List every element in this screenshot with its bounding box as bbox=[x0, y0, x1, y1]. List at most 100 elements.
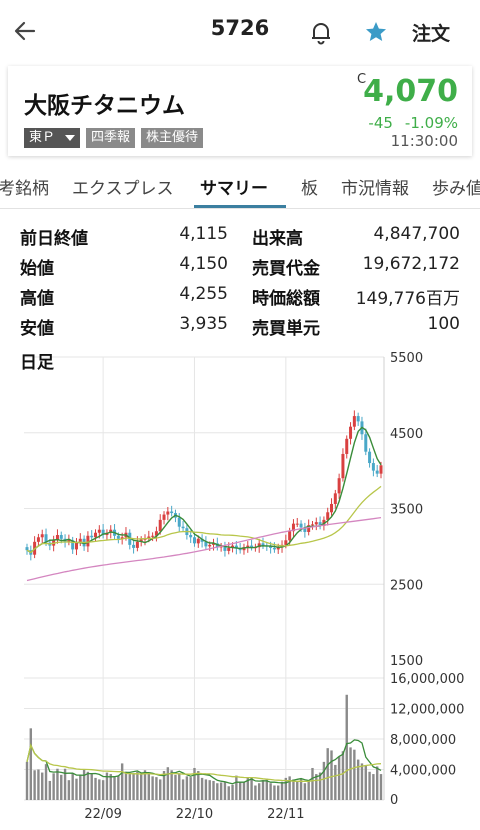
candle-body bbox=[314, 522, 318, 525]
candle-body bbox=[250, 545, 254, 548]
volume-bar bbox=[101, 780, 105, 800]
volume-axis-label: 8,000,000 bbox=[390, 733, 456, 748]
volume-axis-label: 16,000,000 bbox=[390, 672, 464, 687]
candle-body bbox=[356, 416, 360, 422]
tab-express[interactable]: エクスプレス bbox=[72, 174, 174, 199]
candle-body bbox=[375, 470, 379, 474]
candle-body bbox=[208, 544, 212, 547]
stat-value: 19,672,172 bbox=[362, 254, 460, 274]
volume-bar bbox=[235, 775, 238, 800]
stat-value: 4,255 bbox=[179, 284, 228, 304]
volume-bar bbox=[178, 773, 181, 800]
price-axis-label: 1500 bbox=[390, 654, 423, 669]
candle-body bbox=[151, 535, 155, 537]
volume-bar bbox=[208, 780, 211, 800]
volume-bar bbox=[29, 728, 33, 800]
candle-body bbox=[177, 517, 181, 527]
candle-body bbox=[330, 503, 334, 513]
volume-bar bbox=[25, 761, 29, 800]
volume-bar bbox=[151, 776, 154, 800]
tab-market-info[interactable]: 市況情報 bbox=[341, 174, 409, 199]
candle-body bbox=[371, 463, 375, 471]
stat-value: 4,150 bbox=[179, 254, 228, 274]
star-icon[interactable] bbox=[364, 20, 388, 44]
yutai-tag[interactable]: 株主優待 bbox=[141, 128, 204, 148]
market-select[interactable]: 東Ｐ bbox=[24, 128, 81, 148]
candle-body bbox=[181, 526, 185, 529]
volume-bar bbox=[197, 771, 200, 800]
stat-label: 前日終値 bbox=[20, 229, 88, 249]
volume-bar bbox=[33, 770, 36, 800]
stats-row: 始値 4,150 売買代金 19,672,172 bbox=[0, 254, 480, 282]
candle-body bbox=[295, 523, 299, 525]
candle-body bbox=[36, 537, 40, 542]
volume-bar bbox=[86, 771, 90, 800]
stat-label: 出来高 bbox=[252, 229, 303, 249]
volume-bar bbox=[41, 772, 44, 800]
tab-trades[interactable]: 歩み値 bbox=[432, 174, 480, 199]
candle-body bbox=[196, 538, 200, 544]
volume-bar bbox=[79, 774, 82, 800]
volume-bar bbox=[147, 774, 151, 800]
price-volume-chart[interactable]: 5500 4500 3500 2500 1500 16,000,000 12,000,000… bbox=[0, 340, 480, 826]
candle-body bbox=[166, 511, 170, 515]
volume-bar bbox=[159, 779, 162, 800]
volume-bar bbox=[227, 786, 230, 800]
candle-body bbox=[310, 524, 314, 526]
stats-row: 安値 3,935 売買単元 100 bbox=[0, 314, 480, 342]
quote-time: 11:30:00 bbox=[390, 132, 458, 150]
volume-bar bbox=[139, 774, 143, 800]
tab-board[interactable]: 板 bbox=[301, 174, 318, 199]
stat-label: 売買単元 bbox=[252, 319, 320, 339]
volume-bar bbox=[155, 777, 158, 800]
volume-bar bbox=[242, 781, 246, 800]
candle-body bbox=[368, 451, 372, 464]
volume-bar bbox=[56, 768, 59, 800]
volume-bar bbox=[44, 764, 48, 800]
volume-bar bbox=[277, 785, 280, 800]
chart-area[interactable]: 5500 4500 3500 2500 1500 16,000,000 12,000,000… bbox=[0, 340, 480, 826]
volume-bar bbox=[193, 767, 196, 800]
volume-bar bbox=[238, 782, 242, 800]
candle-body bbox=[90, 535, 94, 538]
price-change: -45 -1.09% bbox=[368, 114, 458, 132]
volume-bar bbox=[375, 766, 379, 800]
volume-bar bbox=[269, 783, 272, 800]
volume-bar bbox=[261, 780, 265, 800]
volume-bar bbox=[113, 777, 116, 800]
candle-body bbox=[192, 537, 196, 544]
date-axis-label: 22/10 bbox=[176, 807, 213, 822]
volume-bar bbox=[185, 776, 189, 800]
dropdown-triangle-icon bbox=[65, 135, 76, 141]
volume-bar bbox=[94, 777, 97, 800]
volume-bar bbox=[349, 747, 352, 800]
shikiho-tag[interactable]: 四季報 bbox=[86, 128, 136, 148]
stats-row: 高値 4,255 時価総額 149,776百万 bbox=[0, 284, 480, 312]
bell-icon[interactable] bbox=[309, 19, 333, 45]
chart-period-label: 日足 bbox=[20, 353, 54, 373]
volume-bar bbox=[280, 781, 284, 800]
stat-label: 時価総額 bbox=[252, 289, 320, 309]
order-button[interactable]: 注文 bbox=[412, 19, 450, 46]
volume-bar bbox=[250, 777, 253, 800]
date-axis-label: 22/09 bbox=[84, 807, 121, 822]
tab-related[interactable]: 考銘柄 bbox=[0, 174, 49, 199]
candle-body bbox=[227, 547, 231, 551]
volume-bar bbox=[372, 774, 375, 800]
candle-body bbox=[135, 541, 139, 548]
volume-bar bbox=[273, 785, 276, 800]
stat-value: 149,776百万 bbox=[355, 289, 460, 309]
stat-value: 4,847,700 bbox=[373, 224, 460, 244]
volume-bar bbox=[292, 779, 295, 800]
volume-bar bbox=[288, 776, 291, 800]
volume-bar bbox=[231, 784, 234, 800]
back-arrow-icon[interactable] bbox=[12, 18, 38, 44]
volume-bar bbox=[136, 771, 139, 800]
volume-bar bbox=[216, 783, 219, 800]
change-percent: -1.09% bbox=[404, 114, 458, 132]
volume-bar bbox=[318, 772, 322, 800]
price-axis-label: 3500 bbox=[390, 503, 423, 518]
stat-label: 始値 bbox=[20, 259, 54, 279]
volume-bar bbox=[368, 771, 371, 800]
tab-summary[interactable]: サマリー bbox=[200, 174, 268, 199]
